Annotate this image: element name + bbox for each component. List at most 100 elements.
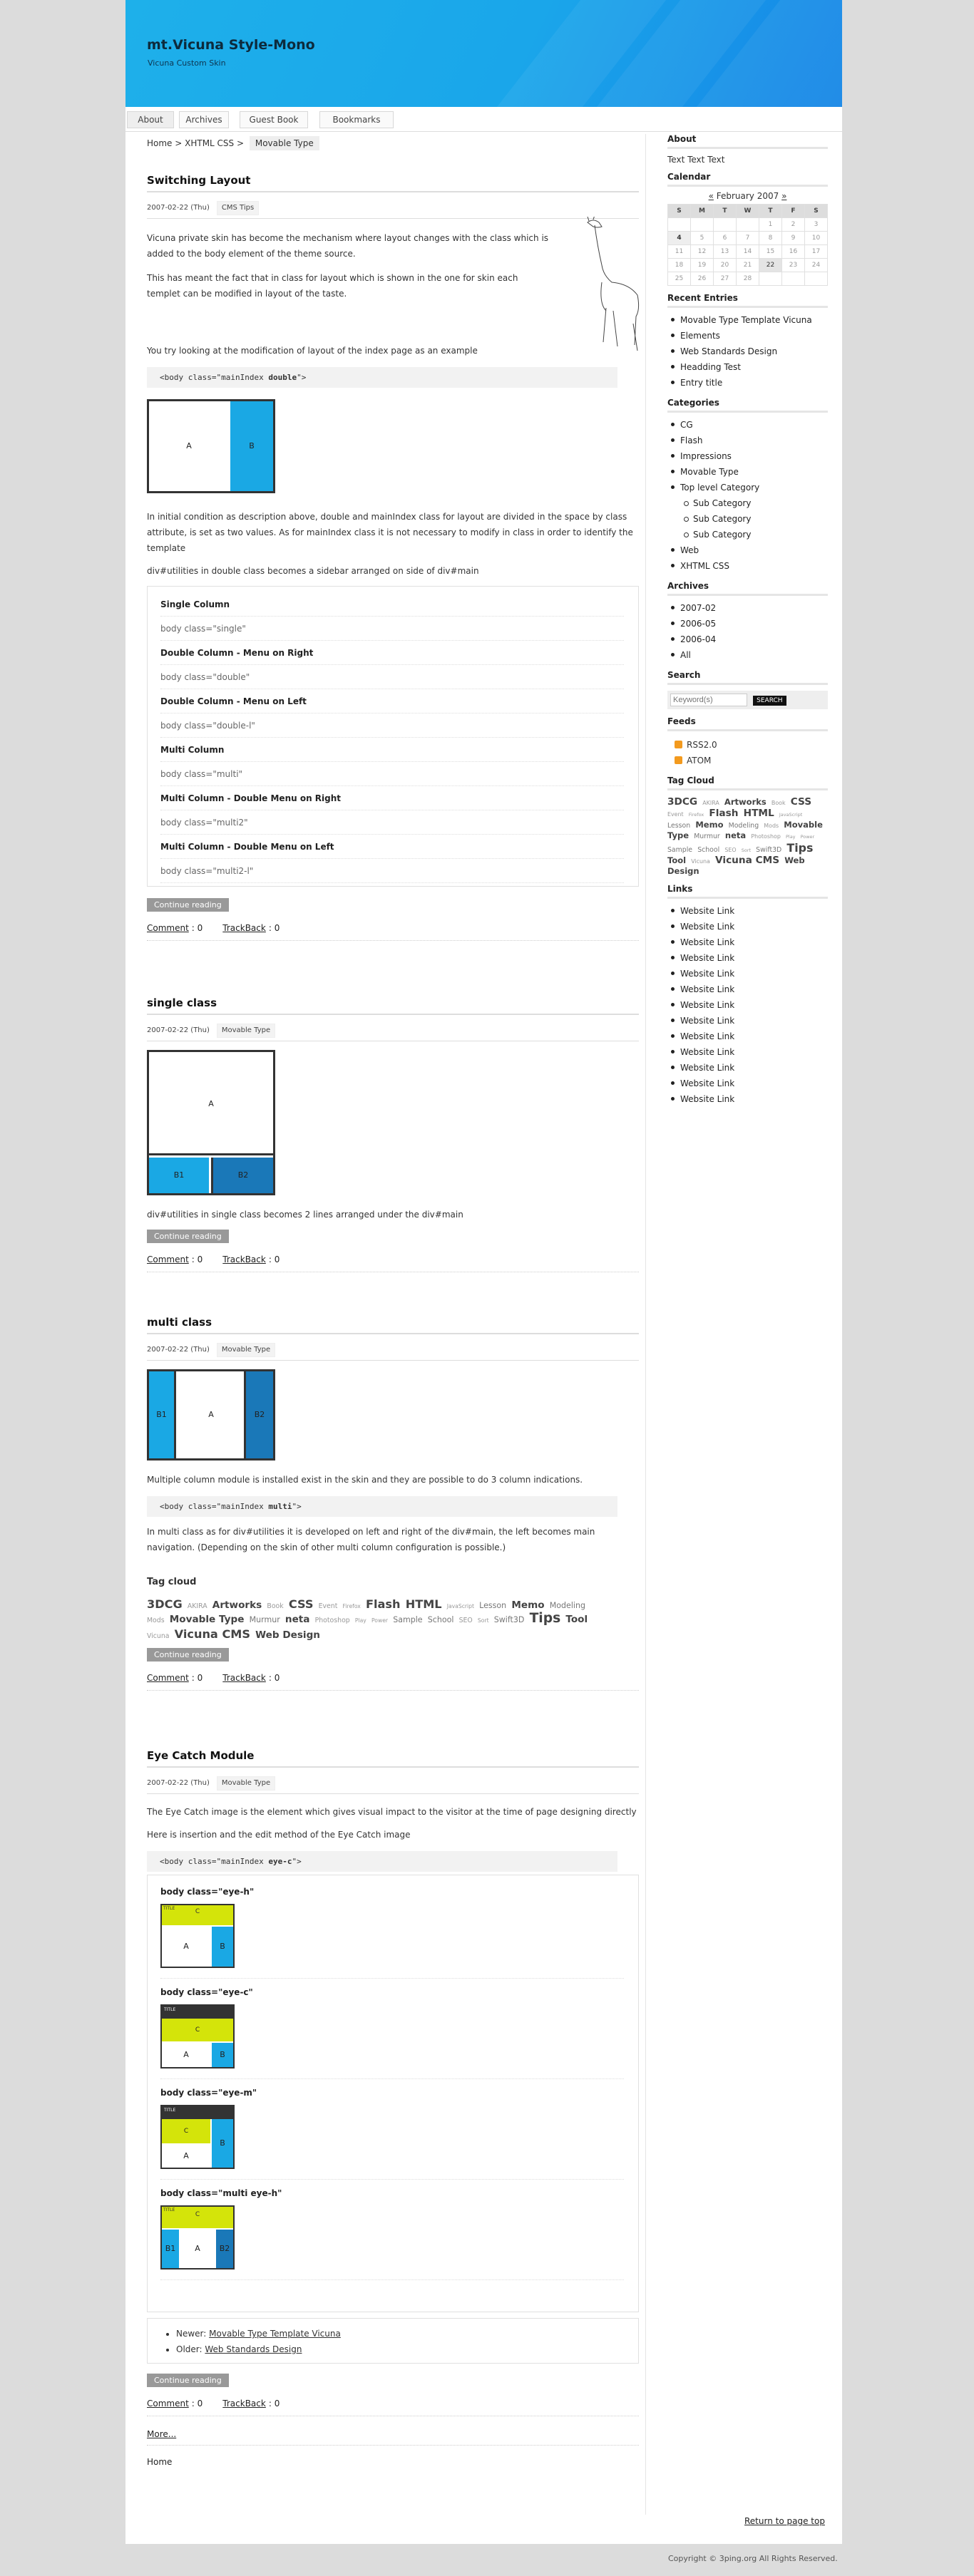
- tag-link[interactable]: SEO: [724, 847, 736, 853]
- trackback-link[interactable]: TrackBack: [222, 1673, 266, 1683]
- website-link[interactable]: Website Link: [671, 1044, 828, 1060]
- tag-link[interactable]: Power: [801, 834, 815, 840]
- site-title[interactable]: mt.Vicuna Style-Mono: [147, 37, 315, 53]
- tag-link[interactable]: Photoshop: [315, 1617, 350, 1624]
- entry-category[interactable]: Movable Type: [216, 1343, 276, 1357]
- tag-link[interactable]: Book: [771, 800, 786, 806]
- continue-reading-button[interactable]: Continue reading: [147, 1230, 229, 1243]
- category-link[interactable]: Flash: [671, 433, 828, 448]
- recent-entry-link[interactable]: Movable Type Template Vicuna: [671, 312, 828, 328]
- comment-link[interactable]: Comment: [147, 923, 189, 933]
- tag-link[interactable]: Play: [355, 1617, 366, 1624]
- website-link[interactable]: Website Link: [671, 1060, 828, 1076]
- tag-link[interactable]: Tool: [565, 1614, 588, 1625]
- continue-reading-button[interactable]: Continue reading: [147, 2374, 229, 2387]
- home-link[interactable]: Home: [147, 2457, 646, 2467]
- nav-bookmarks[interactable]: Bookmarks: [319, 111, 394, 128]
- tag-link[interactable]: Swift3D: [756, 846, 781, 854]
- category-link[interactable]: Top level Category: [671, 480, 828, 495]
- trackback-link[interactable]: TrackBack: [222, 923, 266, 933]
- website-link[interactable]: Website Link: [671, 934, 828, 950]
- tag-link[interactable]: Vicuna: [691, 858, 710, 865]
- tag-link[interactable]: Web Design: [255, 1629, 320, 1641]
- tag-link[interactable]: Tips: [530, 1611, 561, 1626]
- tag-link[interactable]: School: [428, 1615, 454, 1624]
- entry-title[interactable]: Eye Catch Module: [147, 1749, 639, 1768]
- tag-link[interactable]: Sort: [478, 1617, 489, 1624]
- tag-link[interactable]: Firefox: [689, 812, 704, 818]
- nav-about[interactable]: About: [127, 111, 174, 128]
- tag-link[interactable]: neta: [725, 830, 746, 840]
- tag-link[interactable]: Memo: [695, 820, 723, 830]
- breadcrumb-home[interactable]: Home: [147, 138, 172, 148]
- tag-link[interactable]: School: [697, 846, 719, 854]
- tag-link[interactable]: JavaScript: [447, 1603, 474, 1609]
- more-link[interactable]: More...: [147, 2429, 176, 2439]
- entry-category[interactable]: Movable Type: [216, 1024, 276, 1038]
- tag-link[interactable]: HTML: [744, 808, 774, 819]
- tag-link[interactable]: Tool: [667, 855, 686, 865]
- tag-link[interactable]: Firefox: [343, 1603, 361, 1609]
- tag-link[interactable]: Memo: [511, 1599, 544, 1611]
- tag-link[interactable]: Event: [667, 811, 684, 818]
- tag-link[interactable]: Sample: [393, 1615, 422, 1624]
- category-link[interactable]: Impressions: [671, 448, 828, 464]
- trackback-link[interactable]: TrackBack: [222, 1254, 266, 1264]
- tag-link[interactable]: Mods: [764, 823, 779, 829]
- tag-link[interactable]: Power: [371, 1617, 388, 1624]
- continue-reading-button[interactable]: Continue reading: [147, 1648, 229, 1662]
- tag-link[interactable]: Mods: [147, 1617, 165, 1624]
- entry-category[interactable]: CMS Tips: [216, 201, 260, 215]
- tag-link[interactable]: Book: [267, 1602, 283, 1610]
- recent-entry-link[interactable]: Entry title: [671, 375, 828, 391]
- tag-link[interactable]: Sort: [742, 847, 751, 853]
- recent-entry-link[interactable]: Headding Test: [671, 359, 828, 375]
- archive-link[interactable]: 2007-02: [671, 600, 828, 616]
- category-link[interactable]: Web: [671, 542, 828, 558]
- tag-link[interactable]: HTML: [406, 1597, 442, 1611]
- archive-link[interactable]: 2006-05: [671, 616, 828, 632]
- tag-link[interactable]: Movable Type: [170, 1614, 245, 1625]
- calendar-day[interactable]: 22: [759, 258, 782, 272]
- tag-link[interactable]: Tips: [786, 841, 813, 855]
- tag-link[interactable]: Modeling: [550, 1601, 585, 1610]
- entry-title[interactable]: multi class: [147, 1316, 639, 1334]
- category-link[interactable]: Movable Type: [671, 464, 828, 480]
- website-link[interactable]: Website Link: [671, 1076, 828, 1091]
- tag-link[interactable]: Lesson: [667, 822, 690, 830]
- older-entry-link[interactable]: Web Standards Design: [205, 2344, 302, 2354]
- website-link[interactable]: Website Link: [671, 903, 828, 919]
- category-link[interactable]: XHTML CSS: [671, 558, 828, 574]
- comment-link[interactable]: Comment: [147, 1254, 189, 1264]
- calendar-next[interactable]: »: [781, 191, 786, 201]
- archive-link[interactable]: All: [671, 647, 828, 663]
- tag-link[interactable]: Artworks: [724, 797, 767, 807]
- tag-link[interactable]: Sample: [667, 846, 692, 854]
- tag-link[interactable]: AKIRA: [702, 800, 719, 806]
- search-button[interactable]: SEARCH: [753, 696, 786, 706]
- tag-link[interactable]: 3DCG: [667, 796, 697, 808]
- breadcrumb-category[interactable]: XHTML CSS: [185, 138, 234, 148]
- website-link[interactable]: Website Link: [671, 966, 828, 982]
- search-input[interactable]: [670, 694, 747, 706]
- archive-link[interactable]: 2006-04: [671, 632, 828, 647]
- tag-link[interactable]: Vicuna CMS: [715, 855, 779, 866]
- tag-link[interactable]: Murmur: [694, 833, 720, 840]
- entry-title[interactable]: Switching Layout: [147, 174, 639, 192]
- tag-link[interactable]: Flash: [709, 808, 738, 819]
- tag-link[interactable]: Modeling: [729, 822, 759, 830]
- subcategory-link[interactable]: Sub Category: [684, 527, 828, 542]
- trackback-link[interactable]: TrackBack: [222, 2399, 266, 2408]
- subcategory-link[interactable]: Sub Category: [684, 511, 828, 527]
- tag-link[interactable]: Lesson: [479, 1601, 506, 1610]
- feed-item[interactable]: RSS2.0: [675, 737, 828, 753]
- tag-link[interactable]: CSS: [791, 796, 811, 808]
- return-to-top-link[interactable]: Return to page top: [744, 2516, 825, 2526]
- category-link[interactable]: CG: [671, 417, 828, 433]
- tag-link[interactable]: SEO: [459, 1617, 473, 1624]
- subcategory-link[interactable]: Sub Category: [684, 495, 828, 511]
- entry-category[interactable]: Movable Type: [216, 1776, 276, 1791]
- website-link[interactable]: Website Link: [671, 1029, 828, 1044]
- website-link[interactable]: Website Link: [671, 1013, 828, 1029]
- tag-link[interactable]: Artworks: [212, 1599, 262, 1611]
